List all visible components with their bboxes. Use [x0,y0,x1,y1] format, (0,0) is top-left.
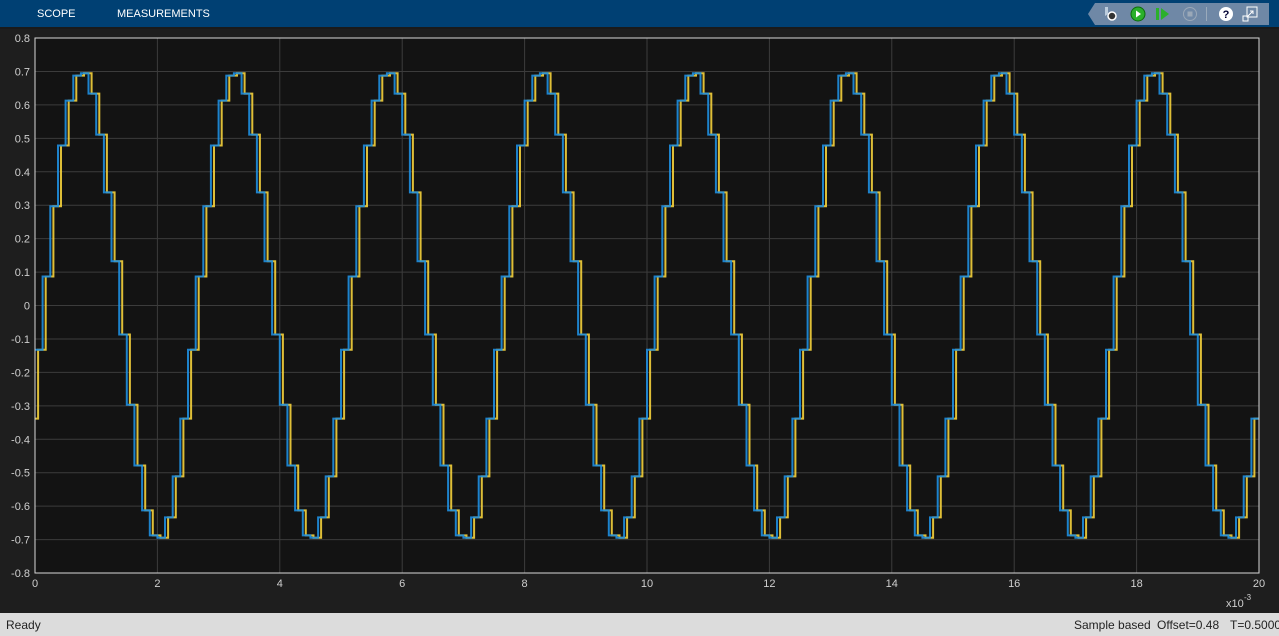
status-ready: Ready [6,618,41,632]
svg-text:?: ? [1223,9,1230,21]
tab-measurements[interactable]: MEASUREMENTS [117,8,210,20]
status-mode: Sample based [1074,618,1151,632]
y-tick-label: 0.1 [15,267,30,279]
y-tick-label: -0.8 [11,568,30,580]
toolbar-divider [1206,7,1207,21]
toolstrip: SCOPE MEASUREMENTS ? [0,0,1279,29]
status-time: T=0.5000 [1230,618,1279,632]
y-tick-label: 0.7 [15,66,30,78]
y-tick-label: -0.1 [11,334,30,346]
y-tick-label: -0.6 [11,501,30,513]
settings-icon[interactable] [1102,6,1118,22]
x-tick-label: 16 [1008,578,1020,590]
x-tick-label: 0 [32,578,38,590]
y-tick-label: -0.3 [11,401,30,413]
x-tick-label: 14 [886,578,898,590]
x-multiplier: x10 [1226,598,1244,610]
x-tick-label: 6 [399,578,405,590]
simulation-toolbar: ? [1088,3,1269,25]
x-tick-label: 2 [154,578,160,590]
y-tick-label: 0.8 [15,33,30,45]
status-offset: Offset=0.48 [1157,618,1220,632]
stop-icon[interactable] [1182,6,1198,22]
step-forward-icon[interactable] [1154,6,1170,22]
y-tick-label: -0.5 [11,468,30,480]
y-tick-label: 0.3 [15,200,30,212]
undock-icon[interactable] [1242,6,1258,22]
x-multiplier-exponent: -3 [1244,593,1252,602]
y-tick-label: 0 [24,301,30,313]
scope-plot[interactable]: 0 2 4 6 8 10 12 14 16 18 20 0.8 0.7 0.6 0.5 0.4 0.3 0.2 0.… [0,29,1279,613]
y-tick-label: -0.7 [11,535,30,547]
y-tick-label: -0.2 [11,367,30,379]
status-bar: Ready Sample based Offset=0.48 T=0.5000 [0,613,1279,636]
y-tick-label: 0.4 [15,167,30,179]
y-tick-label: -0.4 [11,434,30,446]
scope-display: 0 2 4 6 8 10 12 14 16 18 20 0.8 0.7 0.6 0.5 0.4 0.3 0.2 0.… [0,29,1279,613]
x-tick-label: 4 [277,578,283,590]
x-tick-label: 12 [763,578,775,590]
y-tick-label: 0.5 [15,133,30,145]
tab-scope[interactable]: SCOPE [37,8,76,20]
help-icon[interactable]: ? [1218,6,1234,22]
y-tick-label: 0.2 [15,234,30,246]
x-tick-label: 20 [1253,578,1265,590]
x-tick-label: 8 [522,578,528,590]
y-tick-label: 0.6 [15,100,30,112]
run-icon[interactable] [1130,6,1146,22]
x-tick-label: 18 [1130,578,1142,590]
x-tick-label: 10 [641,578,653,590]
